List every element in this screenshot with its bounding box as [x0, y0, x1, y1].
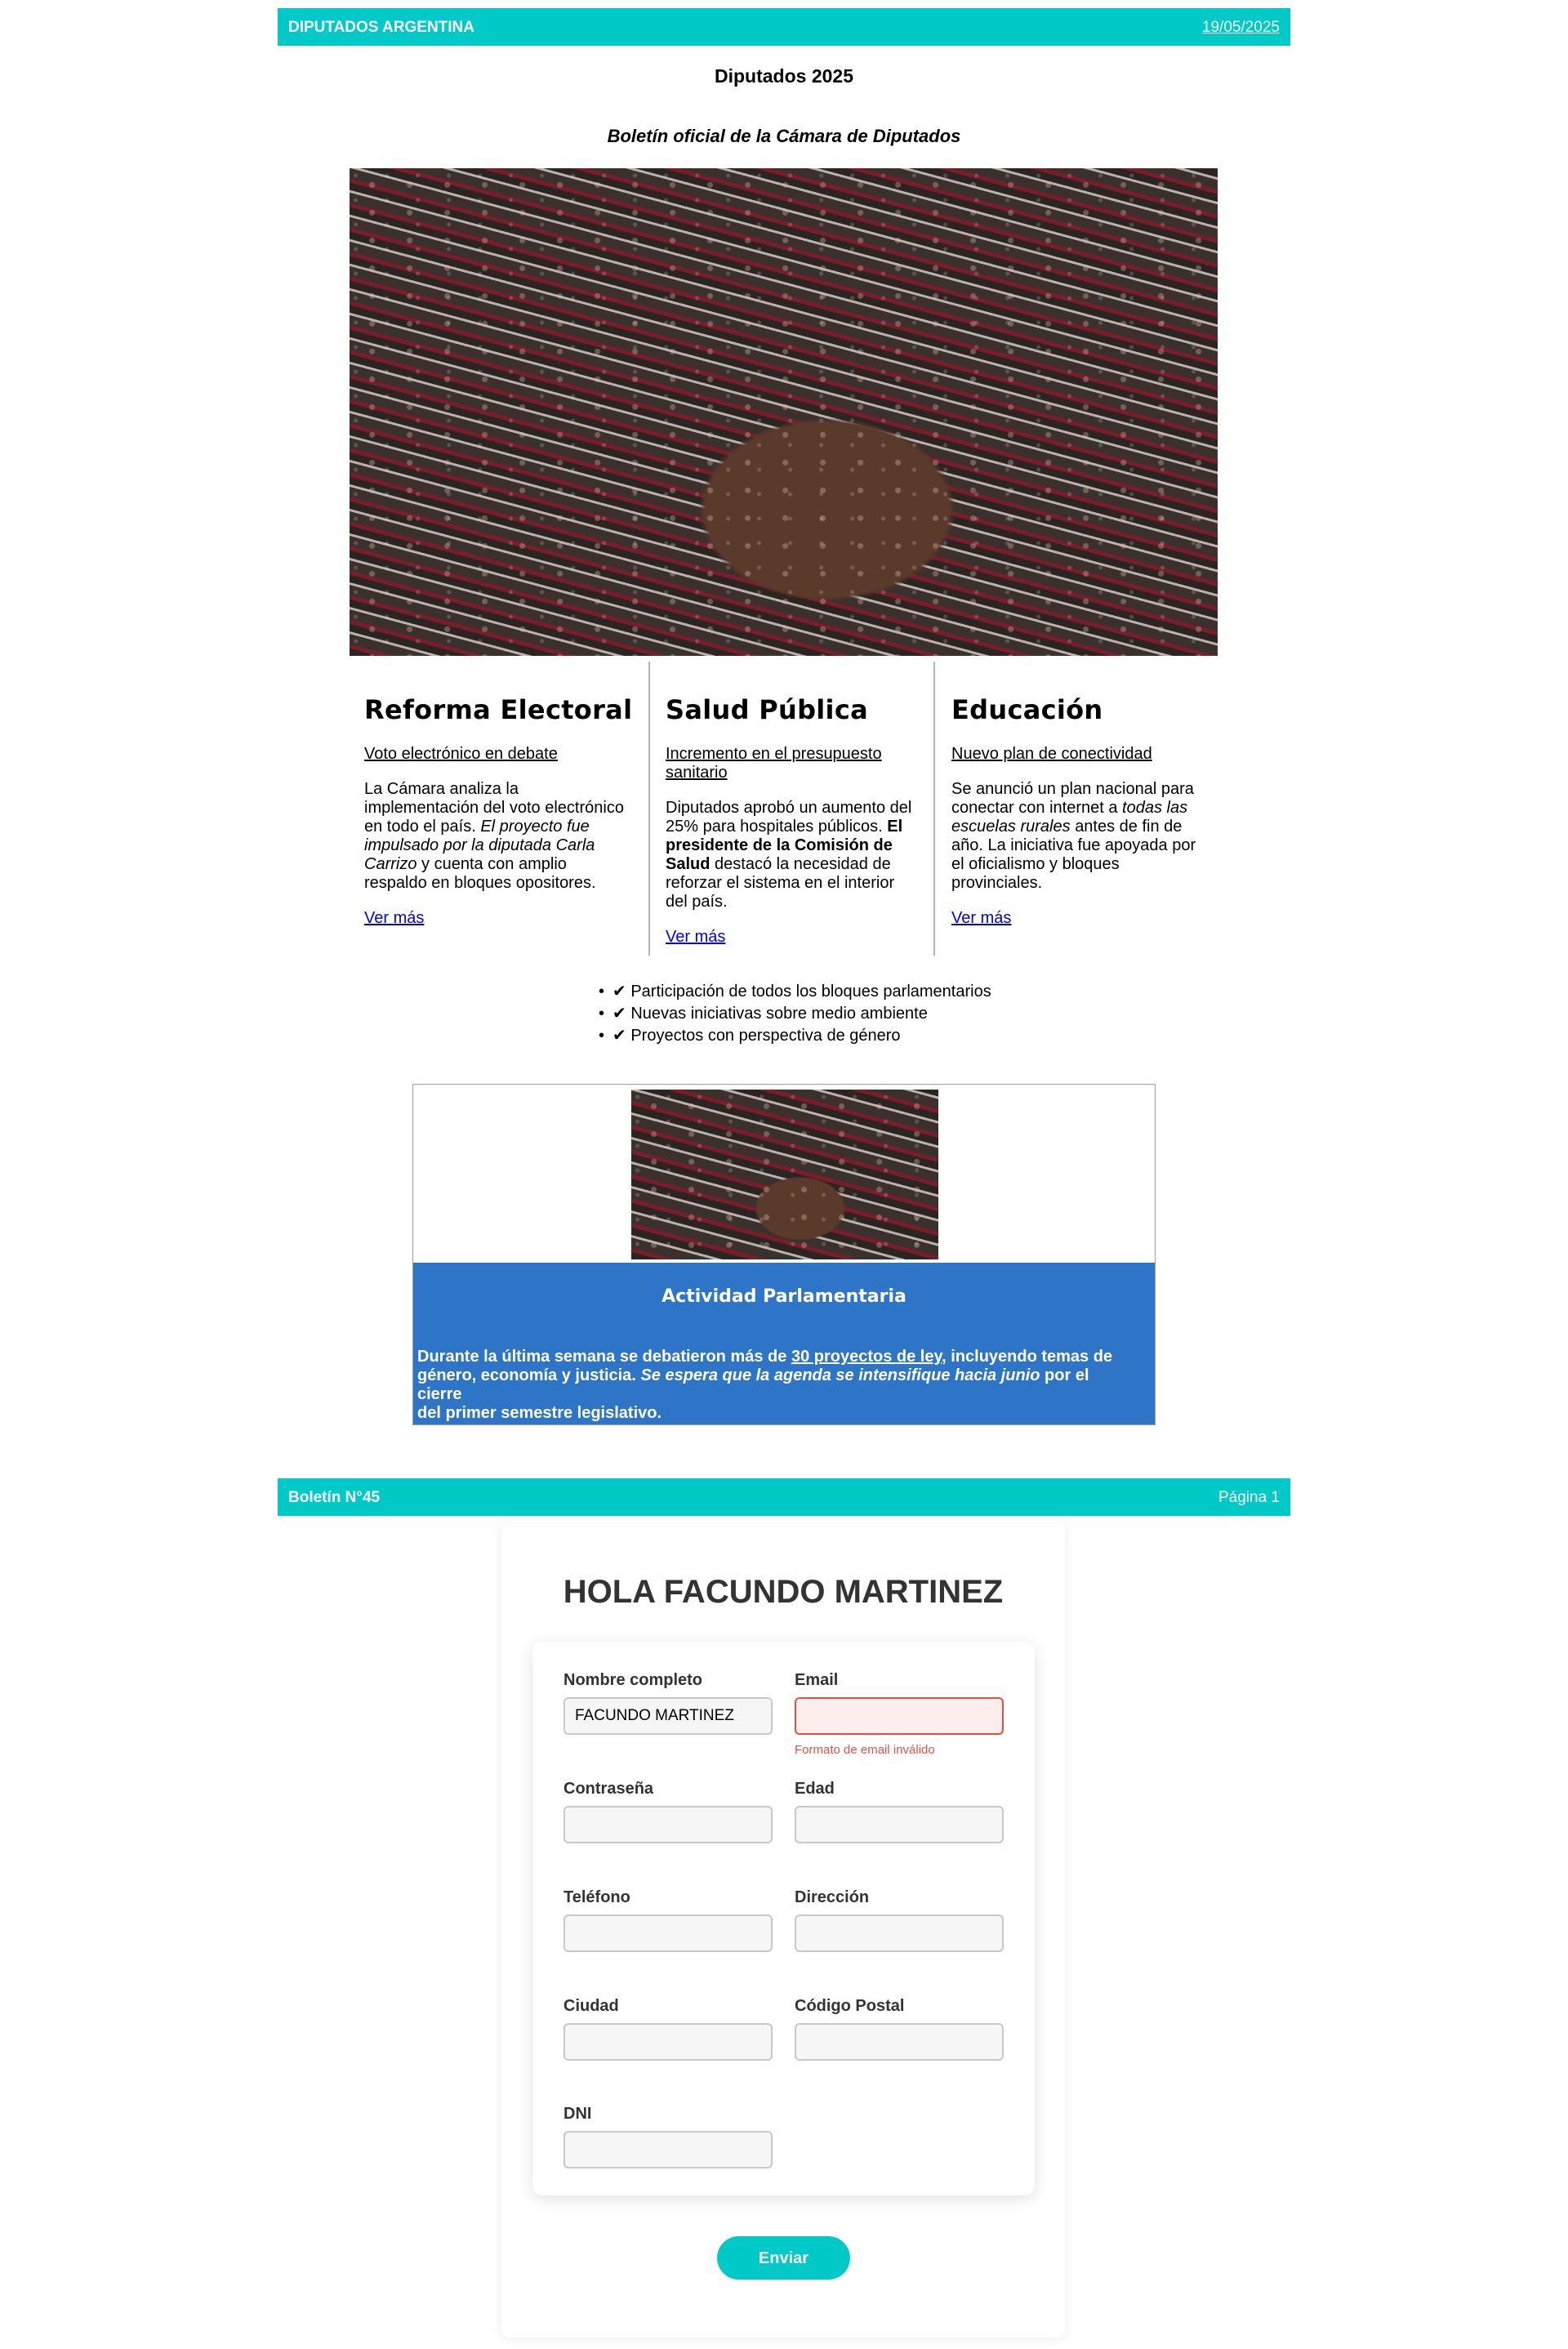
phone-label: Teléfono	[564, 1888, 630, 1906]
column-divider	[933, 662, 935, 956]
page-subtitle: Boletín oficial de la Cámara de Diputado…	[607, 126, 961, 146]
address-input[interactable]	[795, 1914, 1004, 1952]
page-title: Diputados 2025	[715, 65, 853, 87]
email-label: Email	[795, 1671, 839, 1689]
chamber-photo	[350, 168, 1218, 656]
age-label: Edad	[795, 1780, 835, 1798]
password-label: Contraseña	[564, 1780, 654, 1798]
column-heading: Reforma Electoral	[364, 694, 633, 725]
ver-mas-link[interactable]: Ver más	[364, 909, 424, 928]
top-header-bar: DIPUTADOS ARGENTINA 19/05/2025	[278, 8, 1290, 46]
address-label: Dirección	[795, 1888, 870, 1906]
city-input[interactable]	[564, 2023, 773, 2061]
zip-input[interactable]	[795, 2023, 1004, 2061]
column-reforma-electoral: Reforma Electoral Voto electrónico en de…	[364, 662, 642, 956]
column-body: Diputados aprobó un aumento del 25% para…	[666, 799, 912, 911]
email-error-message: Formato de email inválido	[795, 1743, 935, 1757]
list-item: ✔ Nuevas iniciativas sobre medio ambient…	[599, 1003, 991, 1025]
column-heading: Salud Pública	[666, 694, 868, 725]
age-input[interactable]	[795, 1806, 1004, 1843]
highlights-list: ✔ Participación de todos los bloques par…	[599, 981, 991, 1047]
bulletin-number: Boletín N°45	[288, 1489, 381, 1506]
activity-box: Actividad Parlamentaria Durante la últim…	[412, 1084, 1156, 1425]
password-input[interactable]	[564, 1806, 773, 1843]
registration-form: Nombre completo Email Formato de email i…	[532, 1642, 1035, 2280]
greeting-heading: HOLA FACUNDO MARTINEZ	[563, 1574, 1004, 1610]
column-subheading-link[interactable]: Nuevo plan de conectividad	[951, 745, 1152, 764]
session-photo	[631, 1090, 938, 1259]
header-date-link[interactable]: 19/05/2025	[1202, 19, 1280, 37]
list-item: ✔ Proyectos con perspectiva de género	[599, 1025, 991, 1047]
column-body: La Cámara analiza la implementación del …	[364, 780, 624, 892]
activity-panel: Actividad Parlamentaria Durante la últim…	[413, 1263, 1155, 1424]
site-name: DIPUTADOS ARGENTINA	[288, 19, 474, 36]
email-input[interactable]	[795, 1697, 1004, 1735]
proyectos-link[interactable]: 30 proyectos de ley	[791, 1348, 942, 1366]
ver-mas-link[interactable]: Ver más	[951, 909, 1011, 928]
city-label: Ciudad	[564, 1997, 619, 2015]
name-label: Nombre completo	[564, 1671, 703, 1689]
phone-input[interactable]	[564, 1914, 773, 1952]
name-input[interactable]	[564, 1697, 773, 1735]
page-number: Página 1	[1218, 1489, 1280, 1506]
column-subheading-link[interactable]: Incremento en el presupuesto sanitario	[666, 745, 882, 782]
dni-input[interactable]	[564, 2131, 773, 2168]
column-salud-publica: Salud Pública Incremento en el presupues…	[666, 662, 935, 956]
column-educacion: Educación Nuevo plan de conectividad Se …	[951, 662, 1221, 956]
column-divider	[648, 662, 650, 956]
ver-mas-link[interactable]: Ver más	[666, 928, 725, 947]
dni-label: DNI	[564, 2105, 592, 2123]
submit-button[interactable]: Enviar	[717, 2236, 850, 2280]
activity-text: Durante la última semana se debatieron m…	[417, 1348, 1113, 1422]
column-heading: Educación	[951, 694, 1103, 725]
form-card: HOLA FACUNDO MARTINEZ Nombre completo Em…	[501, 1521, 1065, 2338]
activity-heading: Actividad Parlamentaria	[662, 1286, 906, 1307]
column-subheading-link[interactable]: Voto electrónico en debate	[364, 745, 558, 764]
zip-label: Código Postal	[795, 1997, 905, 2015]
column-body: Se anunció un plan nacional para conecta…	[951, 780, 1196, 892]
list-item: ✔ Participación de todos los bloques par…	[599, 981, 991, 1003]
footer-bar: Boletín N°45 Página 1	[278, 1478, 1290, 1516]
